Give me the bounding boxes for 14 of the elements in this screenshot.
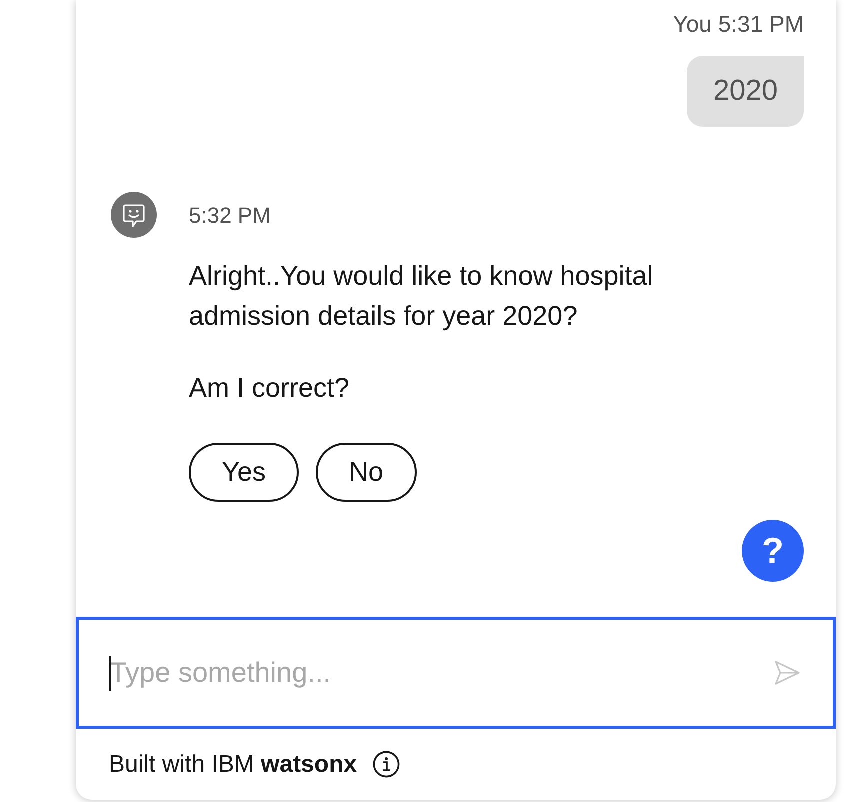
send-icon [774, 660, 801, 686]
bot-message-text: Alright..You would like to know hospital admission details for year 2020? [189, 260, 654, 333]
message-timestamp: 5:32 PM [189, 202, 271, 230]
bot-message-text: Am I correct? [189, 372, 350, 405]
text-cursor [109, 656, 111, 691]
user-message-bubble: 2020 [687, 56, 804, 127]
option-button[interactable]: Yes [189, 443, 300, 502]
smiley-chat-icon [111, 192, 157, 238]
message-timestamp: You 5:31 PM [673, 10, 804, 38]
message-input[interactable]: Type something... [76, 617, 836, 729]
help-button[interactable]: ? [742, 520, 804, 582]
footer-text: Built with IBM watsonx [109, 750, 358, 780]
option-button[interactable]: No [316, 443, 417, 502]
info-icon[interactable] [373, 751, 400, 778]
